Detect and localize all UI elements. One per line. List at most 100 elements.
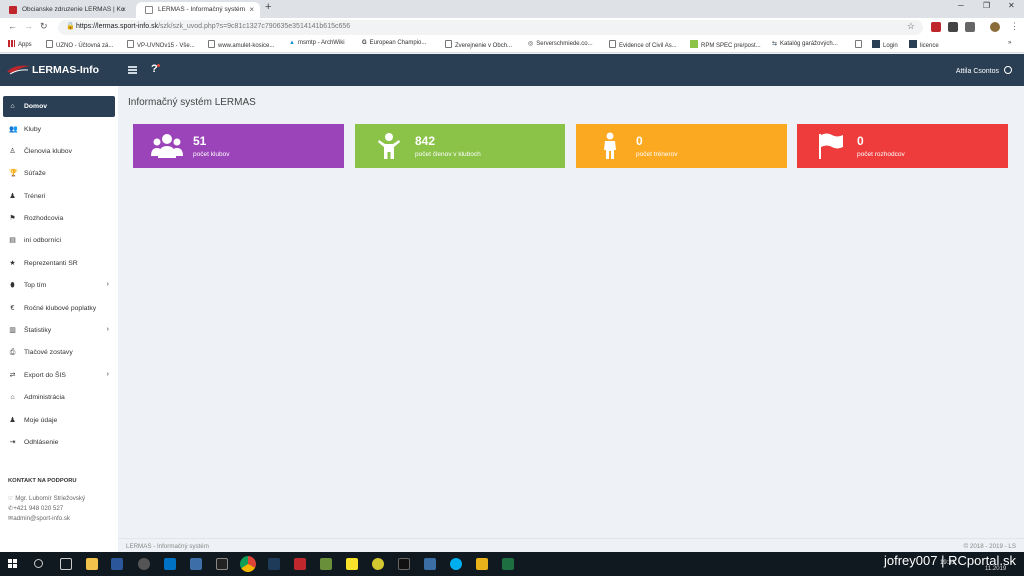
sidebar-item-top-tim[interactable]: ⬮ Top tím › [3,275,115,296]
sidebar-item-statistiky[interactable]: ▥ Štatistiky › [3,320,115,341]
stat-value: 842 [415,134,436,148]
help-icon[interactable]: ? [151,63,160,75]
browser-tab[interactable]: Obcianske zdruzenie LERMAS | Ko × [0,2,132,18]
contact-email[interactable]: ✉admin@sport-info.sk [8,515,70,522]
file-explorer-icon[interactable] [86,558,98,570]
chrome-icon[interactable] [240,556,256,572]
bookmark-item[interactable]: licence [909,40,939,49]
sidebar-item-treneri[interactable]: ♟ Tréneri [3,186,115,207]
terminal-icon[interactable] [216,558,228,570]
page-icon [208,40,215,48]
male-icon [604,132,616,159]
app-icon[interactable] [111,558,123,570]
app-icon[interactable] [398,558,410,570]
reload-icon[interactable]: ↻ [40,21,48,32]
browser-tab-active[interactable]: LERMAS - Informačný systém × [136,2,260,18]
euro-icon: € [10,305,15,312]
sidebar-item-kluby[interactable]: 👥 Kluby [3,119,115,140]
page-icon [445,40,452,48]
sidebar-item-odhlasenie[interactable]: ⇥ Odhlásenie [3,432,115,453]
bookmark-star-icon[interactable]: ☆ [907,21,915,32]
sticky-notes-icon[interactable] [346,558,358,570]
sidebar-item-moje-udaje[interactable]: ♟ Moje údaje [3,410,115,431]
stat-card-treneri[interactable]: 0 počet trénerov [576,124,787,168]
bookmark-item[interactable] [855,40,865,49]
bookmark-item[interactable]: Evidence of Civil As... [609,40,677,49]
sidebar-item-domov[interactable]: ⌂ Domov [3,96,115,117]
windows-start-icon[interactable] [8,559,18,569]
app-icon[interactable] [190,558,202,570]
notepad-icon[interactable] [320,558,332,570]
sidebar-item-reprezentanti[interactable]: ★ Reprezentanti SR [3,253,115,274]
excel-icon[interactable] [502,558,514,570]
sidebar-item-administracia[interactable]: ⌂ Administrácia [3,387,115,408]
sidebar-item-poplatky[interactable]: € Ročné klubové poplatky [3,298,115,319]
url-input[interactable]: 🔒 https://lermas.sport-info.sk/szk/szk_u… [58,20,923,35]
search-icon[interactable] [34,559,43,568]
sidebar-item-rozhodcovia[interactable]: ⚑ Rozhodcovia [3,208,115,229]
bookmark-item[interactable]: ◎ Serverschmiede.co... [528,40,593,47]
task-view-icon[interactable] [60,558,72,570]
bank-icon: ⌂ [10,394,15,401]
chevron-right-icon: › [106,281,109,288]
stat-value: 0 [636,134,643,148]
sidebar-item-ini-odbornici[interactable]: ▤ iní odborníci [3,230,115,251]
menu-toggle-icon[interactable] [128,66,137,74]
extension-icon[interactable] [931,22,941,32]
extension-icon[interactable] [948,22,958,32]
new-tab-icon[interactable]: + [265,1,271,13]
bookmark-item[interactable]: UZNO - Účtovná zá... [46,40,113,49]
brand[interactable]: LERMAS-Info [0,54,118,86]
bookmark-item[interactable]: Zverejnenie v Obch... [445,40,512,49]
app-icon[interactable] [294,558,306,570]
page-icon [145,6,153,14]
stat-label: počet trénerov [636,151,678,158]
lock-icon[interactable] [476,558,488,570]
chevron-right-icon: › [106,326,109,333]
extension-icon[interactable] [965,22,975,32]
brand-name: LERMAS-Info [32,64,100,76]
sidebar-item-label: Export do ŠIS [24,372,66,379]
back-icon[interactable]: ← [8,21,17,31]
app-icon[interactable] [372,558,384,570]
sidebar-item-label: iní odborníci [24,237,62,244]
sidebar-item-label: Kluby [24,126,42,133]
app-icon[interactable] [268,558,280,570]
flag-icon [819,133,843,159]
sidebar-item-sutaze[interactable]: 🏆 Súťaže [3,163,115,184]
user-menu[interactable]: Attila Csontos [956,66,1012,75]
bookmark-item[interactable]: RPM SPEC pre/post... [690,40,761,49]
minimize-icon[interactable]: ─ [958,1,964,10]
bookmark-item[interactable]: VP-UVNOv15 - Vše... [127,40,195,49]
page-title: Informačný systém LERMAS [128,97,256,108]
sidebar-item-tlacove-zostavy[interactable]: ⎙ Tlačové zostavy [3,342,115,363]
sidebar-item-label: Rozhodcovia [24,215,64,222]
more-bookmarks-icon[interactable]: » [1008,40,1011,46]
bookmark-item[interactable]: Apps [8,40,32,48]
apps-grid-icon [8,40,15,47]
virtualbox-icon[interactable] [424,558,436,570]
bookmark-item[interactable]: G European Champio... [362,40,426,46]
stat-card-clenovia[interactable]: 842 počet členov v kluboch [355,124,565,168]
user-name: Attila Csontos [955,68,999,75]
profile-avatar[interactable] [990,22,1000,32]
bookmark-item[interactable]: ⇆ Katalóg garážových... [772,40,838,47]
skype-icon[interactable] [450,558,462,570]
bookmark-item[interactable]: ▲ msmtp - ArchWiki [289,40,345,46]
restore-icon[interactable]: ❐ [983,1,990,10]
close-window-icon[interactable]: ✕ [1008,1,1015,10]
app-icon[interactable] [138,558,150,570]
outlook-icon[interactable] [164,558,176,570]
bookmark-item[interactable]: www.amulet-kosice... [208,40,274,49]
bookmark-item[interactable]: Login [872,40,898,49]
close-tab-icon[interactable]: × [249,2,254,18]
close-tab-icon[interactable]: × [121,2,126,18]
stat-card-kluby[interactable]: 51 počet klubov [133,124,344,168]
stat-card-rozhodcovia[interactable]: 0 počet rozhodcov [797,124,1008,168]
sidebar-item-clenovia[interactable]: ♙ Členovia klubov [3,141,115,162]
sidebar-item-label: Štatistiky [24,327,52,334]
forward-icon[interactable]: → [24,21,33,31]
sidebar-item-export[interactable]: ⇄ Export do ŠIS › [3,365,115,386]
menu-dots-icon[interactable]: ⋮ [1010,21,1019,32]
stat-value: 0 [857,134,864,148]
